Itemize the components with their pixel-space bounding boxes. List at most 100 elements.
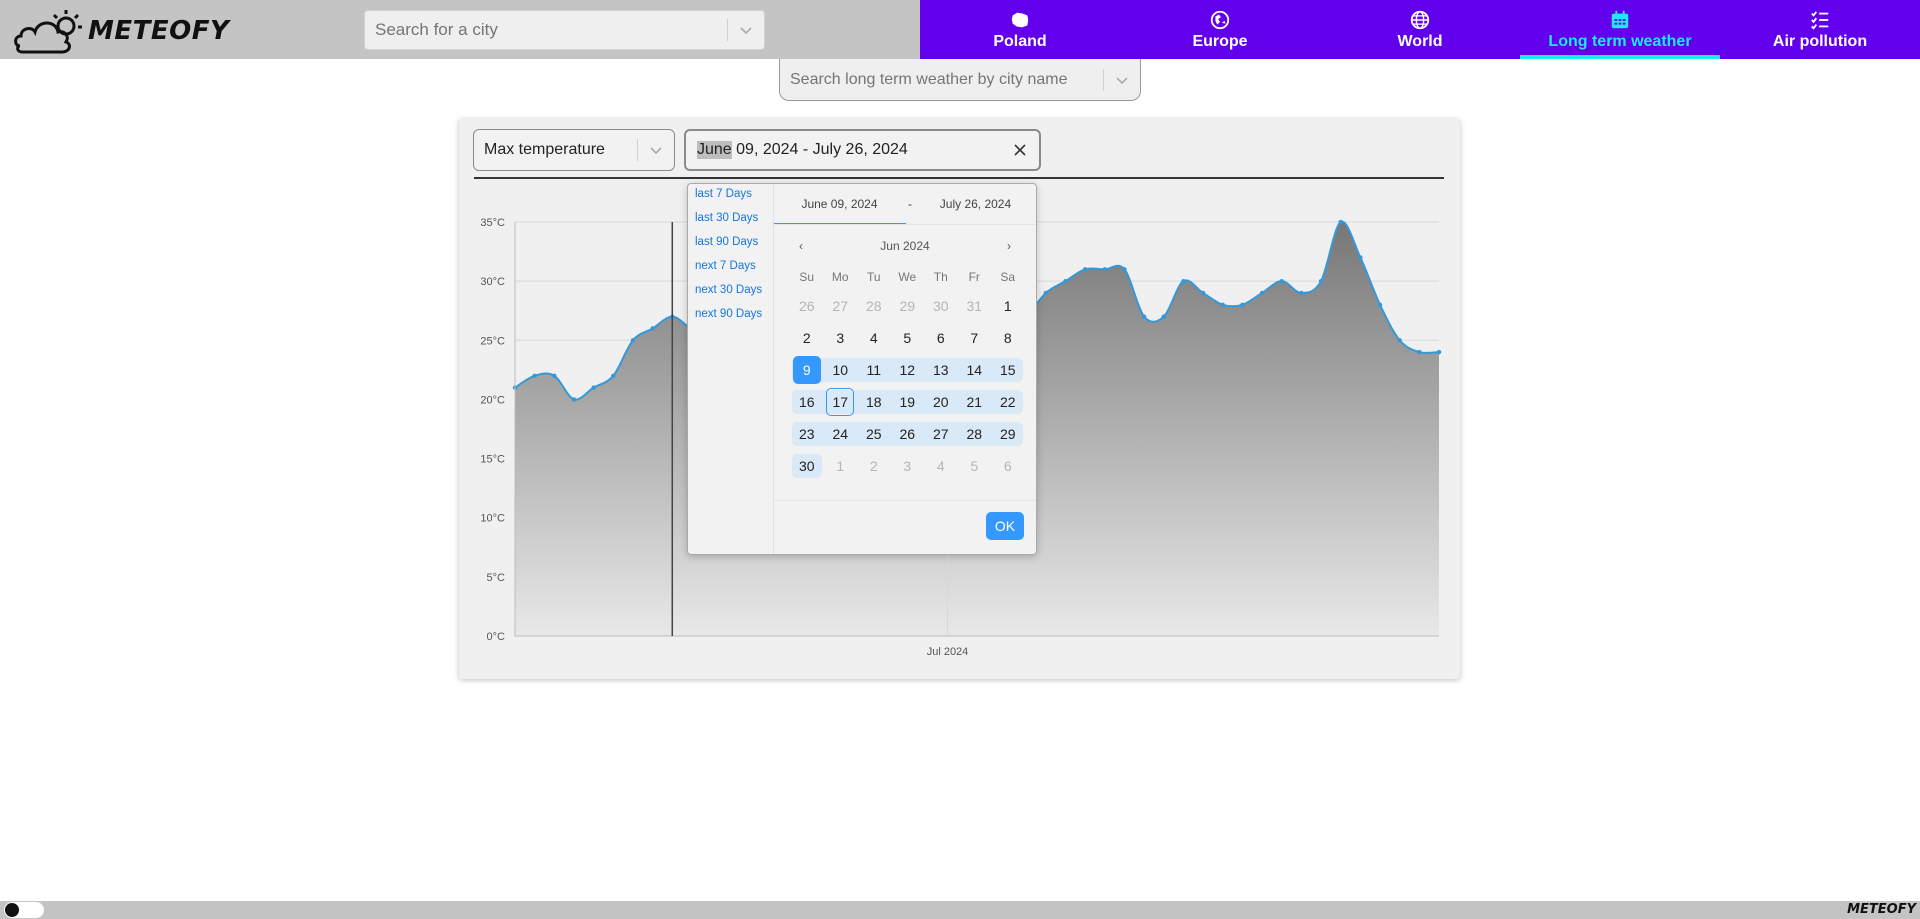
- picker-start-date[interactable]: June 09, 2024: [774, 197, 905, 211]
- chevron-right-icon[interactable]: ›: [1002, 239, 1016, 253]
- calendar-day[interactable]: 15: [991, 354, 1025, 386]
- calendar-day[interactable]: 3: [891, 450, 925, 482]
- checklist-icon: [1811, 10, 1829, 30]
- nav-item-world[interactable]: World: [1320, 0, 1520, 59]
- calendar-day[interactable]: 18: [857, 386, 891, 418]
- calendar-day[interactable]: 6: [924, 322, 958, 354]
- calendar-day[interactable]: 5: [958, 450, 992, 482]
- calendar-day[interactable]: 2: [790, 322, 824, 354]
- data-point: [1259, 290, 1265, 296]
- long-term-search-select[interactable]: [779, 59, 1141, 101]
- calendar-day[interactable]: 3: [824, 322, 858, 354]
- range-last-7-days[interactable]: last 7 Days: [688, 184, 773, 208]
- nav-item-europe[interactable]: Europe: [1120, 0, 1320, 59]
- data-point: [1358, 255, 1363, 260]
- calendar-day[interactable]: 19: [890, 386, 925, 418]
- data-point: [611, 373, 616, 378]
- calendar-day[interactable]: 30: [790, 450, 824, 482]
- logo[interactable]: METEOFY: [12, 6, 229, 56]
- calendar-day-number: 6: [1003, 458, 1012, 474]
- y-tick-label: 5°C: [487, 572, 506, 584]
- calendar-day[interactable]: 29: [891, 290, 925, 322]
- calendar-day[interactable]: 12: [890, 354, 925, 386]
- month-navigation: Jun 2024 ‹ ›: [774, 239, 1036, 259]
- calendar-day[interactable]: 28: [857, 290, 891, 322]
- calendar-day[interactable]: 24: [823, 418, 858, 450]
- calendar-day[interactable]: 8: [991, 322, 1025, 354]
- calendar-day[interactable]: 14: [957, 354, 992, 386]
- data-point: [591, 385, 596, 390]
- calendar-day[interactable]: 6: [991, 450, 1025, 482]
- calendar-day-number: 5: [903, 330, 912, 346]
- weekday-header: Su Mo Tu We Th Fr Sa: [790, 270, 1025, 284]
- calendar-day[interactable]: 4: [924, 450, 958, 482]
- chevron-down-icon[interactable]: [1104, 59, 1140, 100]
- month-label[interactable]: Jun 2024: [774, 239, 1036, 253]
- calendar-day[interactable]: 27: [824, 290, 858, 322]
- calendar-day[interactable]: 30: [924, 290, 958, 322]
- nav-item-long-term-weather[interactable]: Long term weather: [1520, 0, 1720, 59]
- picker-end-date[interactable]: July 26, 2024: [915, 197, 1036, 211]
- calendar-day[interactable]: 20: [924, 386, 958, 418]
- calendar-day-number: 1: [1003, 298, 1012, 314]
- calendar-day[interactable]: 31: [958, 290, 992, 322]
- weekday-label: Sa: [1000, 270, 1016, 284]
- calendar-day[interactable]: 23: [790, 418, 824, 450]
- calendar-day[interactable]: 28: [957, 418, 992, 450]
- calendar-day-number: 7: [970, 330, 979, 346]
- calendar-day[interactable]: 25: [857, 418, 891, 450]
- picker-calendar: June 09, 2024 - July 26, 2024 Jun 2024 ‹…: [774, 184, 1036, 554]
- calendar-day[interactable]: 13: [924, 354, 958, 386]
- data-point: [1220, 302, 1225, 307]
- chevron-down-icon[interactable]: [728, 11, 764, 49]
- calendar-day[interactable]: 27: [924, 418, 958, 450]
- theme-toggle[interactable]: [4, 902, 44, 918]
- calendar-day[interactable]: 10: [823, 354, 858, 386]
- calendar-day-number: 4: [936, 458, 945, 474]
- calendar-day[interactable]: 16: [790, 386, 824, 418]
- calendar-day-number: 9: [792, 356, 821, 384]
- nav-item-air-pollution[interactable]: Air pollution: [1720, 0, 1920, 59]
- predefined-ranges: last 7 Days last 30 Days last 90 Days ne…: [688, 184, 774, 554]
- x-tick-label: Jul 2024: [927, 646, 969, 658]
- data-point: [1299, 290, 1304, 296]
- weekday-label: Su: [799, 270, 815, 284]
- calendar-day[interactable]: 4: [857, 322, 891, 354]
- calendar-day[interactable]: 22: [991, 386, 1025, 418]
- main-nav: Poland Europe World Long term weather Ai…: [920, 0, 1920, 59]
- calendar-day[interactable]: 9: [790, 354, 824, 386]
- calendar-day[interactable]: 2: [857, 450, 891, 482]
- calendar-day[interactable]: 17: [823, 386, 858, 418]
- calendar-day[interactable]: 1: [991, 290, 1025, 322]
- long-term-search-input[interactable]: [780, 59, 1103, 100]
- calendar-day[interactable]: 5: [891, 322, 925, 354]
- chevron-left-icon[interactable]: ‹: [794, 239, 808, 253]
- calendar-day[interactable]: 1: [824, 450, 858, 482]
- logo-text: METEOFY: [88, 16, 230, 46]
- data-point: [1417, 349, 1422, 355]
- weekday-label: Mo: [831, 270, 849, 284]
- calendar-day-number: 31: [966, 298, 983, 314]
- calendar-day[interactable]: 29: [991, 418, 1025, 450]
- city-search-select[interactable]: [364, 10, 765, 50]
- ok-button[interactable]: OK: [986, 512, 1024, 540]
- calendar-day[interactable]: 7: [958, 322, 992, 354]
- range-next-30-days[interactable]: next 30 Days: [688, 280, 773, 304]
- footer: METEOFY: [0, 901, 1920, 919]
- range-next-90-days[interactable]: next 90 Days: [688, 304, 773, 328]
- calendar-day[interactable]: 26: [790, 290, 824, 322]
- calendar-day[interactable]: 26: [890, 418, 925, 450]
- calendar-day[interactable]: 11: [857, 354, 891, 386]
- date-range-picker: last 7 Days last 30 Days last 90 Days ne…: [687, 183, 1037, 555]
- calendar-day[interactable]: 21: [957, 386, 992, 418]
- range-last-90-days[interactable]: last 90 Days: [688, 232, 773, 256]
- city-search-input[interactable]: [365, 11, 727, 49]
- calendar-day-number: 27: [932, 426, 949, 442]
- y-tick-label: 25°C: [480, 335, 505, 347]
- picker-header: June 09, 2024 - July 26, 2024: [774, 184, 1036, 225]
- data-point: [1318, 278, 1324, 284]
- range-last-30-days[interactable]: last 30 Days: [688, 208, 773, 232]
- calendar-day-number: 8: [1003, 330, 1012, 346]
- nav-item-poland[interactable]: Poland: [920, 0, 1120, 59]
- range-next-7-days[interactable]: next 7 Days: [688, 256, 773, 280]
